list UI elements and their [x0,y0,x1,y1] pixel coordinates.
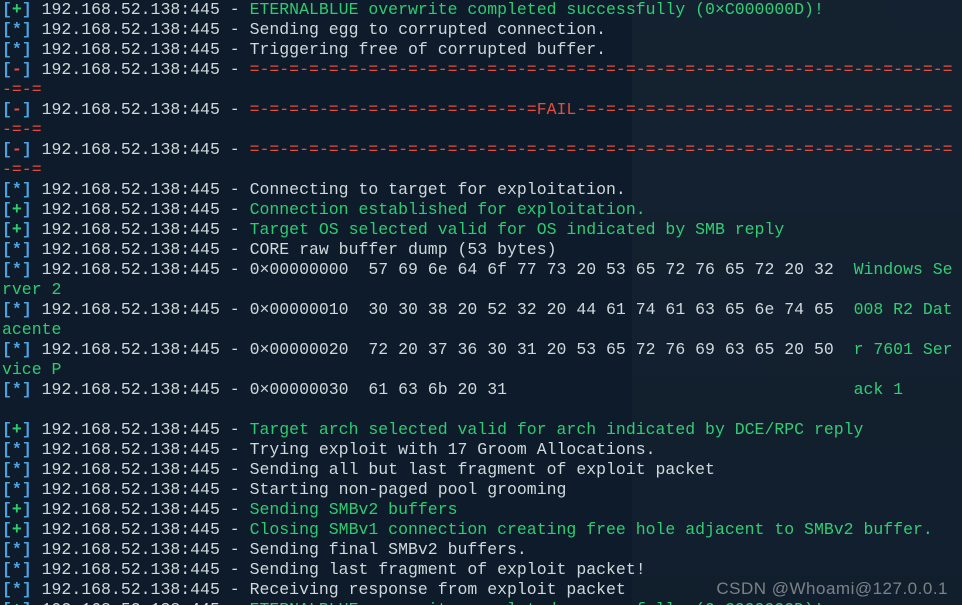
log-host: 192.168.52.138:445 - [32,220,250,239]
log-tag: [*] [2,20,32,39]
log-tag: [-] [2,140,32,159]
log-host: 192.168.52.138:445 - [32,520,250,539]
log-tag: [+] [2,220,32,239]
terminal-line: [*] 192.168.52.138:445 - Sending last fr… [2,560,960,580]
log-host: 192.168.52.138:445 - [32,480,250,499]
log-host: 192.168.52.138:445 - [32,40,250,59]
log-tag: [*] [2,380,32,399]
terminal-line: [*] 192.168.52.138:445 - 0×00000000 57 6… [2,260,960,300]
log-host: 192.168.52.138:445 - [32,300,250,319]
log-tag: [-] [2,100,32,119]
log-message: Sending egg to corrupted connection. [250,20,606,39]
log-message: Sending SMBv2 buffers [250,500,458,519]
log-host: 192.168.52.138:445 - [32,0,250,19]
log-host: 192.168.52.138:445 - [32,60,250,79]
terminal-line: [+] 192.168.52.138:445 - ETERNALBLUE ove… [2,0,960,20]
log-host: 192.168.52.138:445 - [32,20,250,39]
log-message: 0×00000000 57 69 6e 64 6f 77 73 20 53 65… [250,260,834,279]
log-message: Target OS selected valid for OS indicate… [250,220,785,239]
log-host: 192.168.52.138:445 - [32,580,250,599]
log-tag: [*] [2,460,32,479]
terminal-line: [-] 192.168.52.138:445 - =-=-=-=-=-=-=-=… [2,140,960,180]
log-tag: [*] [2,340,32,359]
log-message: Sending last fragment of exploit packet! [250,560,646,579]
terminal-line: [+] 192.168.52.138:445 - Target arch sel… [2,420,960,440]
log-tag: [*] [2,480,32,499]
log-message: Target arch selected valid for arch indi… [250,420,864,439]
log-host: 192.168.52.138:445 - [32,260,250,279]
terminal-line: [*] 192.168.52.138:445 - Sending final S… [2,540,960,560]
log-tag: [+] [2,0,32,19]
terminal-line: [*] 192.168.52.138:445 - Connecting to t… [2,180,960,200]
log-message: Sending final SMBv2 buffers. [250,540,527,559]
log-tag: [+] [2,500,32,519]
log-host: 192.168.52.138:445 - [32,100,250,119]
log-message: Trying exploit with 17 Groom Allocations… [250,440,656,459]
log-tag: [*] [2,180,32,199]
terminal-line: [+] 192.168.52.138:445 - Closing SMBv1 c… [2,520,960,540]
log-message: CORE raw buffer dump (53 bytes) [250,240,557,259]
terminal-line: [-] 192.168.52.138:445 - =-=-=-=-=-=-=-=… [2,100,960,140]
terminal-line: [+] 192.168.52.138:445 - Target OS selec… [2,220,960,240]
log-tag: [*] [2,540,32,559]
terminal-line: [*] 192.168.52.138:445 - 0×00000010 30 3… [2,300,960,340]
log-message: ETERNALBLUE overwrite completed successf… [250,600,824,605]
log-message: Receiving response from exploit packet [250,580,626,599]
log-host: 192.168.52.138:445 - [32,140,250,159]
log-host: 192.168.52.138:445 - [32,460,250,479]
log-tag: [*] [2,240,32,259]
terminal-line: [+] 192.168.52.138:445 - Connection esta… [2,200,960,220]
log-host: 192.168.52.138:445 - [32,420,250,439]
terminal-line: [*] 192.168.52.138:445 - Sending all but… [2,460,960,480]
log-tag: [*] [2,40,32,59]
terminal-line: [*] 192.168.52.138:445 - Trying exploit … [2,440,960,460]
log-host: 192.168.52.138:445 - [32,380,250,399]
terminal-line: [*] 192.168.52.138:445 - Starting non-pa… [2,480,960,500]
log-message: Connecting to target for exploitation. [250,180,626,199]
terminal-output[interactable]: [+] 192.168.52.138:445 - ETERNALBLUE ove… [0,0,962,605]
log-tag: [+] [2,600,32,605]
log-host: 192.168.52.138:445 - [32,560,250,579]
log-tag: [*] [2,580,32,599]
log-host: 192.168.52.138:445 - [32,440,250,459]
log-host: 192.168.52.138:445 - [32,240,250,259]
log-message: Closing SMBv1 connection creating free h… [250,520,933,539]
terminal-line: [-] 192.168.52.138:445 - =-=-=-=-=-=-=-=… [2,60,960,100]
log-tag: [+] [2,420,32,439]
terminal-line: [*] 192.168.52.138:445 - 0×00000020 72 2… [2,340,960,380]
terminal-line: [*] 192.168.52.138:445 - Sending egg to … [2,20,960,40]
terminal-line [2,400,960,420]
log-host: 192.168.52.138:445 - [32,500,250,519]
log-host: 192.168.52.138:445 - [32,180,250,199]
terminal-line: [*] 192.168.52.138:445 - Receiving respo… [2,580,960,600]
log-message: 0×00000030 61 63 6b 20 31 [250,380,834,399]
log-tag: [*] [2,560,32,579]
terminal-line: [+] 192.168.52.138:445 - ETERNALBLUE ove… [2,600,960,605]
log-host: 192.168.52.138:445 - [32,340,250,359]
log-message: Triggering free of corrupted buffer. [250,40,606,59]
log-tag: [-] [2,60,32,79]
log-host: 192.168.52.138:445 - [32,540,250,559]
terminal-line: [*] 192.168.52.138:445 - CORE raw buffer… [2,240,960,260]
log-tag: [+] [2,520,32,539]
hex-ascii: ack 1 [834,380,903,399]
log-host: 192.168.52.138:445 - [32,200,250,219]
terminal-line: [+] 192.168.52.138:445 - Sending SMBv2 b… [2,500,960,520]
log-message: ETERNALBLUE overwrite completed successf… [250,0,824,19]
terminal-line: [*] 192.168.52.138:445 - Triggering free… [2,40,960,60]
log-tag: [*] [2,440,32,459]
log-message: Connection established for exploitation. [250,200,646,219]
log-host: 192.168.52.138:445 - [32,600,250,605]
log-message: Sending all but last fragment of exploit… [250,460,715,479]
log-tag: [*] [2,300,32,319]
terminal-line: [*] 192.168.52.138:445 - 0×00000030 61 6… [2,380,960,400]
log-tag: [+] [2,200,32,219]
log-message: 0×00000010 30 30 38 20 52 32 20 44 61 74… [250,300,834,319]
log-message: 0×00000020 72 20 37 36 30 31 20 53 65 72… [250,340,834,359]
log-tag: [*] [2,260,32,279]
log-message: Starting non-paged pool grooming [250,480,567,499]
